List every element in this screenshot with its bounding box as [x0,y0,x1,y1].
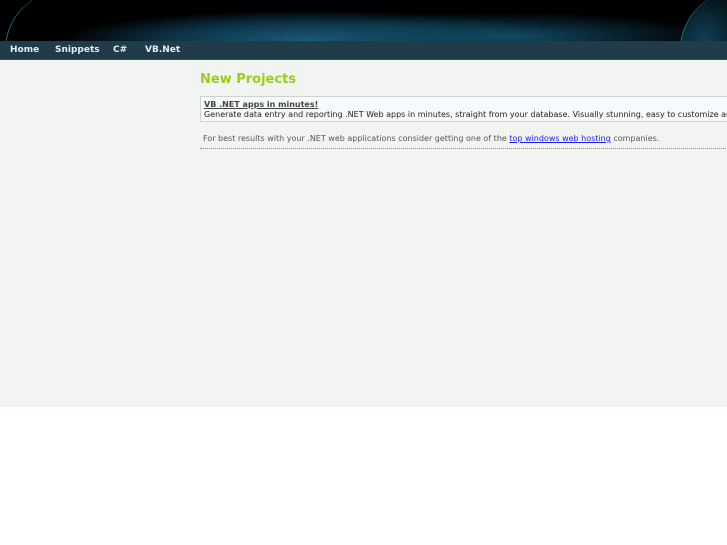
nav-snippets[interactable]: Snippets [55,45,100,55]
nav-vbnet[interactable]: VB.Net [145,45,180,55]
hosting-tip: For best results with your .NET web appl… [200,134,727,149]
promo-text: Generate data entry and reporting .NET W… [204,110,727,119]
hosting-link[interactable]: top windows web hosting [509,134,610,143]
page: Home Snippets C# VB.Net New Projects VB … [0,0,727,407]
nav-bar: Home Snippets C# VB.Net [0,41,727,60]
promo-box: VB .NET apps in minutes! Generate data e… [200,96,727,122]
nav-home[interactable]: Home [10,45,39,55]
tip-text: For best results with your .NET web appl… [203,134,510,143]
tip-text-end: companies. [610,134,660,143]
promo-link[interactable]: VB .NET apps in minutes! [204,99,727,110]
header-banner [0,0,727,41]
nav-csharp[interactable]: C# [113,45,127,55]
page-title: New Projects [200,72,297,87]
